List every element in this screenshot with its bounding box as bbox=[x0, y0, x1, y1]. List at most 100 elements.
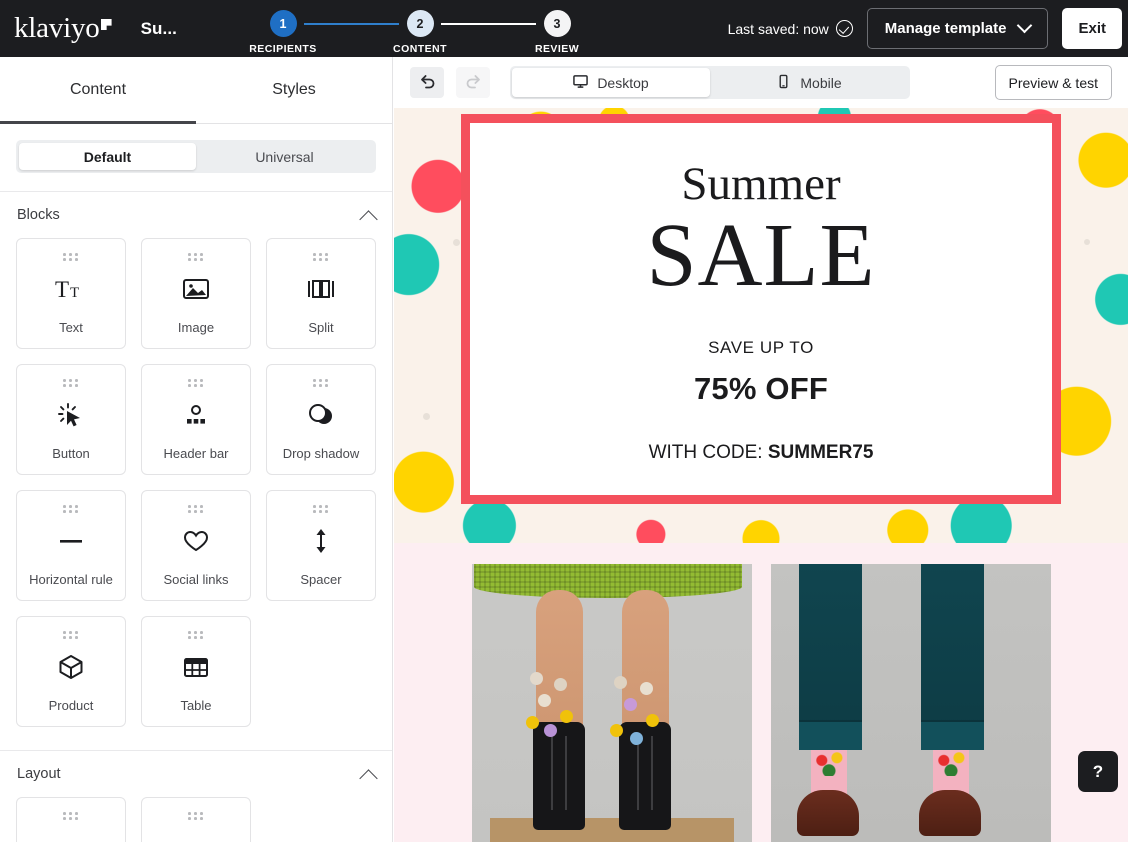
layout-grid bbox=[0, 797, 392, 842]
tab-styles[interactable]: Styles bbox=[196, 57, 392, 123]
blocks-section-title: Blocks bbox=[17, 207, 60, 223]
device-toggle: Desktop Mobile bbox=[510, 66, 910, 99]
tab-content[interactable]: Content bbox=[0, 57, 196, 124]
chevron-up-icon[interactable] bbox=[359, 209, 378, 229]
horizontal-rule-icon bbox=[58, 509, 84, 573]
device-desktop[interactable]: Desktop bbox=[512, 68, 710, 97]
scope-default[interactable]: Default bbox=[19, 143, 196, 170]
step-label: RECIPIENTS bbox=[249, 43, 317, 55]
block-social-links[interactable]: Social links bbox=[141, 490, 251, 601]
pattern-speck bbox=[1083, 238, 1090, 245]
hero-title-script: Summer bbox=[681, 158, 841, 210]
step-number: 1 bbox=[269, 10, 297, 37]
hero-save-up-to: SAVE UP TO bbox=[708, 337, 814, 357]
hero-card[interactable]: Summer SALE SAVE UP TO 75% OFF WITH CODE… bbox=[461, 114, 1061, 504]
exit-button[interactable]: Exit bbox=[1062, 8, 1122, 49]
layout-card-one-column[interactable] bbox=[16, 797, 126, 842]
manage-template-button[interactable]: Manage template bbox=[866, 8, 1049, 49]
hero-block[interactable]: Summer SALE SAVE UP TO 75% OFF WITH CODE… bbox=[394, 108, 1128, 543]
products-block[interactable] bbox=[394, 543, 1128, 842]
sock-floral-pattern bbox=[932, 750, 969, 776]
product-image-2[interactable] bbox=[770, 564, 1051, 842]
block-product[interactable]: Product bbox=[16, 616, 126, 727]
step-connector-1 bbox=[304, 22, 399, 25]
step-label: REVIEW bbox=[534, 43, 580, 55]
step-content[interactable]: 2 CONTENT bbox=[393, 10, 447, 55]
check-circle-icon bbox=[835, 20, 853, 37]
email-editor-pane: Desktop Mobile Preview & test Summer SAL… bbox=[394, 57, 1128, 842]
progress-steps: 1 RECIPIENTS 2 CONTENT 3 REVIEW bbox=[249, 0, 579, 57]
vertical-arrows-icon bbox=[311, 509, 331, 573]
block-label: Text bbox=[59, 320, 83, 335]
cuff-shape bbox=[920, 720, 984, 750]
block-button[interactable]: Button bbox=[16, 364, 126, 475]
scope-toggle-wrap: Default Universal bbox=[0, 124, 392, 191]
block-drop-shadow[interactable]: Drop shadow bbox=[266, 364, 376, 475]
hero-discount: 75% OFF bbox=[693, 370, 829, 406]
loafer-shape bbox=[796, 790, 859, 836]
block-label: Product bbox=[48, 698, 94, 713]
step-number: 2 bbox=[406, 10, 434, 37]
content-sidebar: Content Styles Default Universal Blocks … bbox=[0, 57, 393, 842]
block-label: Split bbox=[308, 320, 334, 335]
email-canvas[interactable]: Summer SALE SAVE UP TO 75% OFF WITH CODE… bbox=[394, 108, 1128, 842]
block-horizontal-rule[interactable]: Horizontal rule bbox=[16, 490, 126, 601]
sidebar-tabs: Content Styles bbox=[0, 57, 392, 124]
drag-handle-icon[interactable] bbox=[63, 812, 79, 820]
device-mobile[interactable]: Mobile bbox=[710, 68, 908, 97]
step-review[interactable]: 3 REVIEW bbox=[535, 10, 579, 55]
block-image[interactable]: Image bbox=[141, 238, 251, 349]
last-saved-status: Last saved: now bbox=[728, 20, 853, 37]
block-spacer[interactable]: Spacer bbox=[266, 490, 376, 601]
block-label: Header bar bbox=[163, 446, 229, 461]
product-image-1[interactable] bbox=[471, 564, 752, 842]
chevron-up-icon[interactable] bbox=[359, 768, 378, 788]
app-header: klaviyo Su... 1 RECIPIENTS 2 CONTENT 3 R… bbox=[0, 0, 1128, 57]
flower-bunch bbox=[604, 670, 682, 756]
block-text[interactable]: TT Text bbox=[16, 238, 126, 349]
block-label: Horizontal rule bbox=[29, 572, 113, 587]
drag-handle-icon[interactable] bbox=[188, 812, 204, 820]
button-click-icon bbox=[58, 383, 84, 447]
pattern-speck bbox=[423, 412, 431, 420]
undo-button[interactable] bbox=[410, 67, 444, 98]
block-header-bar[interactable]: Header bar bbox=[141, 364, 251, 475]
step-connector-2 bbox=[441, 22, 536, 25]
skirt-shape bbox=[473, 564, 743, 598]
blocks-section-header[interactable]: Blocks bbox=[0, 191, 392, 238]
block-label: Social links bbox=[163, 572, 229, 587]
block-label: Drop shadow bbox=[282, 446, 360, 461]
floor-shape bbox=[489, 818, 734, 842]
step-label: CONTENT bbox=[393, 43, 447, 55]
block-table[interactable]: Table bbox=[141, 616, 251, 727]
header-bar-icon bbox=[183, 383, 209, 447]
layout-card-two-column[interactable] bbox=[141, 797, 251, 842]
preview-and-test-button[interactable]: Preview & test bbox=[994, 65, 1112, 100]
phone-icon bbox=[776, 74, 791, 92]
chevron-down-icon bbox=[1017, 17, 1033, 34]
block-label: Image bbox=[177, 320, 215, 335]
flower-bunch bbox=[522, 664, 600, 750]
scope-toggle: Default Universal bbox=[16, 140, 376, 173]
klaviyo-logo[interactable]: klaviyo bbox=[14, 14, 112, 43]
drop-shadow-icon bbox=[307, 383, 335, 447]
text-icon: TT bbox=[55, 257, 87, 321]
block-label: Button bbox=[52, 446, 90, 461]
scope-universal[interactable]: Universal bbox=[196, 143, 373, 170]
svg-text:T: T bbox=[55, 277, 69, 302]
block-label: Spacer bbox=[300, 572, 342, 587]
hero-code-value: SUMMER75 bbox=[767, 441, 874, 463]
layout-section-header[interactable]: Layout bbox=[0, 750, 392, 797]
help-button[interactable]: ? bbox=[1078, 751, 1118, 792]
pattern-speck bbox=[452, 238, 460, 246]
campaign-title[interactable]: Su... bbox=[141, 19, 177, 39]
header-actions: Last saved: now Manage template Exit bbox=[728, 0, 1128, 57]
cube-icon bbox=[58, 635, 84, 699]
table-icon bbox=[183, 635, 209, 699]
device-mobile-label: Mobile bbox=[800, 74, 842, 91]
step-recipients[interactable]: 1 RECIPIENTS bbox=[249, 10, 316, 55]
brand-flag-icon bbox=[100, 19, 112, 30]
block-split[interactable]: Split bbox=[266, 238, 376, 349]
manage-template-label: Manage template bbox=[884, 20, 1007, 37]
editor-toolbar: Desktop Mobile Preview & test bbox=[394, 57, 1128, 108]
